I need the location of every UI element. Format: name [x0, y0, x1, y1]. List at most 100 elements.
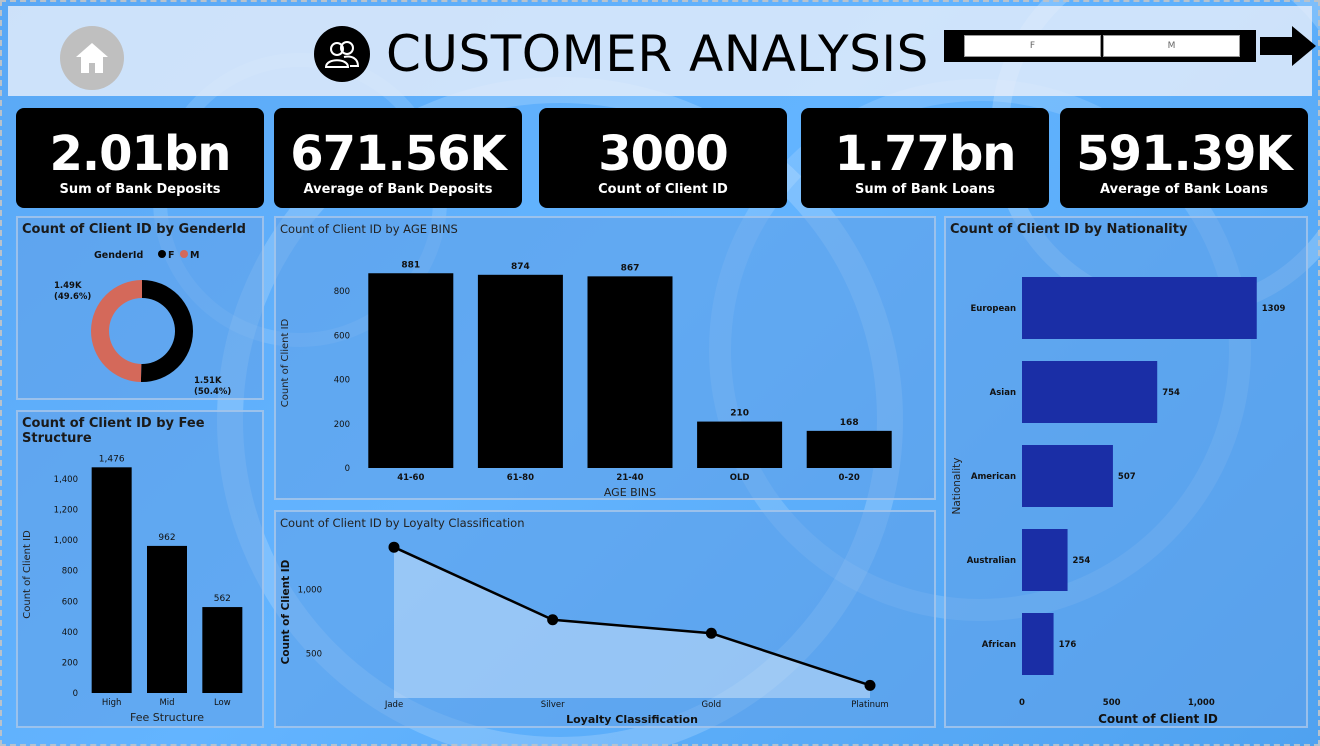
- donut-slice-m: [91, 280, 142, 382]
- data-label: (49.6%): [54, 292, 91, 302]
- bar-mid: [147, 545, 187, 693]
- kpi-value: 671.56K: [290, 126, 506, 182]
- data-point-jade: [388, 541, 400, 553]
- data-label: 507: [1118, 472, 1136, 482]
- x-axis-title: Loyalty Classification: [566, 713, 698, 726]
- chart-title: Count of Client ID by AGE BINS: [280, 222, 458, 236]
- data-label: 1309: [1262, 304, 1286, 314]
- data-point-silver: [547, 614, 559, 626]
- kpi-card-avg-loans: 591.39K Average of Bank Loans: [1060, 108, 1308, 208]
- bar-american: [1022, 445, 1113, 507]
- y-tick-label: 600: [334, 331, 350, 341]
- area-fill: [394, 547, 870, 698]
- gender-slicer: F M: [944, 30, 1256, 62]
- y-tick-label: 600: [62, 597, 78, 607]
- x-tick-label: 500: [1103, 698, 1121, 708]
- y-tick-label: Asian: [990, 388, 1016, 398]
- nationality-chart-panel: Count of Client ID by Nationality 1309 Eu…: [944, 216, 1308, 728]
- x-tick-label: Silver: [541, 700, 565, 710]
- x-tick-label: 0-20: [839, 473, 860, 483]
- kpi-card-client-count: 3000 Count of Client ID: [539, 108, 787, 208]
- slicer-option-f[interactable]: F: [964, 35, 1101, 57]
- kpi-value: 591.39K: [1076, 126, 1292, 182]
- chart-title: Count of Client ID by GenderId: [22, 222, 246, 237]
- home-icon: [76, 43, 108, 73]
- y-tick-label: 800: [62, 567, 78, 577]
- y-tick-label: 400: [334, 376, 350, 386]
- data-label: 562: [214, 594, 231, 604]
- data-label: 1,476: [99, 454, 125, 464]
- bar-low: [202, 607, 243, 693]
- x-tick-label: OLD: [730, 473, 750, 483]
- header-bar: CUSTOMER ANALYSIS F M: [8, 6, 1316, 96]
- home-button[interactable]: [60, 26, 124, 90]
- y-tick-label: 0: [345, 464, 350, 474]
- y-tick-label: 1,400: [54, 475, 78, 485]
- x-tick-label: 61-80: [507, 473, 534, 483]
- legend-title: GenderId: [94, 250, 143, 261]
- nationality-bar-chart: 1309 European 754 Asian 507 American 254 Austra…: [951, 277, 1286, 726]
- bar-african: [1022, 613, 1054, 675]
- bar-australian: [1022, 529, 1068, 591]
- bar-0-20: [806, 430, 892, 468]
- chart-title: Count of Client ID by Nationality: [950, 222, 1188, 237]
- y-tick-label: 200: [334, 420, 350, 430]
- kpi-value: 2.01bn: [49, 126, 232, 182]
- y-axis-title: Count of Client ID: [280, 559, 292, 664]
- data-label: 874: [511, 262, 530, 272]
- bar-old: [697, 421, 783, 468]
- page-title-group: CUSTOMER ANALYSIS: [314, 24, 929, 84]
- y-tick-label: African: [982, 640, 1016, 650]
- kpi-label: Average of Bank Deposits: [303, 182, 493, 197]
- bar-high: [91, 467, 132, 693]
- x-axis-title: Fee Structure: [130, 711, 204, 724]
- kpi-value: 1.77bn: [834, 126, 1017, 182]
- y-tick-label: American: [971, 472, 1016, 482]
- y-tick-label: Australian: [967, 556, 1016, 566]
- loyalty-line-chart: Jade Silver Gold Platinum 500 1,000 Loyalty Cl…: [280, 541, 889, 726]
- data-point-platinum: [864, 679, 876, 691]
- loyalty-chart-panel: Count of Client ID by Loyalty Classifica…: [274, 510, 936, 728]
- y-tick-label: 500: [306, 649, 322, 659]
- x-tick-label: 21-40: [616, 473, 643, 483]
- gender-donut-chart: GenderId F M 1.51K(50.4%) 1.49K(49.6%): [54, 250, 231, 396]
- data-label: 962: [158, 533, 175, 543]
- bar-asian: [1022, 361, 1158, 423]
- y-tick-label: 1,000: [54, 536, 78, 546]
- kpi-label: Count of Client ID: [598, 182, 728, 197]
- x-tick-label: 0: [1019, 698, 1025, 708]
- x-tick-label: Low: [214, 698, 231, 708]
- bar-21-40: [587, 276, 673, 468]
- chart-title: Count of Client ID by Loyalty Classifica…: [280, 516, 525, 530]
- data-label: 254: [1073, 556, 1091, 566]
- x-tick-label: High: [102, 698, 122, 708]
- legend-marker: [180, 250, 188, 258]
- kpi-card-sum-loans: 1.77bn Sum of Bank Loans: [801, 108, 1049, 208]
- page-title: CUSTOMER ANALYSIS: [386, 25, 929, 83]
- data-label: 176: [1059, 640, 1077, 650]
- data-label: 1.51K: [194, 376, 222, 386]
- x-tick-label: Mid: [159, 698, 174, 708]
- y-axis-title: Nationality: [951, 457, 963, 514]
- y-axis-title: Count of Client ID: [280, 318, 291, 407]
- x-tick-label: Jade: [384, 700, 403, 710]
- y-tick-label: 1,200: [54, 506, 78, 516]
- data-label: 168: [840, 418, 859, 428]
- data-label: 867: [621, 263, 640, 273]
- legend-label: F: [168, 250, 175, 261]
- arrow-right-icon[interactable]: [1260, 26, 1316, 66]
- fee-bar-chart: 0 200 400 600 800 1,000 1,200 1,400 1,476 High 962…: [22, 454, 243, 724]
- x-tick-label: 1,000: [1188, 698, 1215, 708]
- data-point-gold: [705, 627, 717, 639]
- y-tick-label: 400: [62, 628, 78, 638]
- y-tick-label: European: [970, 304, 1016, 314]
- y-axis-title: Count of Client ID: [22, 530, 33, 619]
- x-axis-title: AGE BINS: [604, 486, 656, 499]
- data-label: 754: [1162, 388, 1180, 398]
- y-tick-label: 0: [73, 689, 78, 699]
- data-label: 210: [730, 409, 749, 419]
- kpi-label: Sum of Bank Loans: [855, 182, 995, 197]
- kpi-value: 3000: [598, 126, 729, 182]
- users-icon: [314, 26, 370, 82]
- slicer-option-m[interactable]: M: [1103, 35, 1240, 57]
